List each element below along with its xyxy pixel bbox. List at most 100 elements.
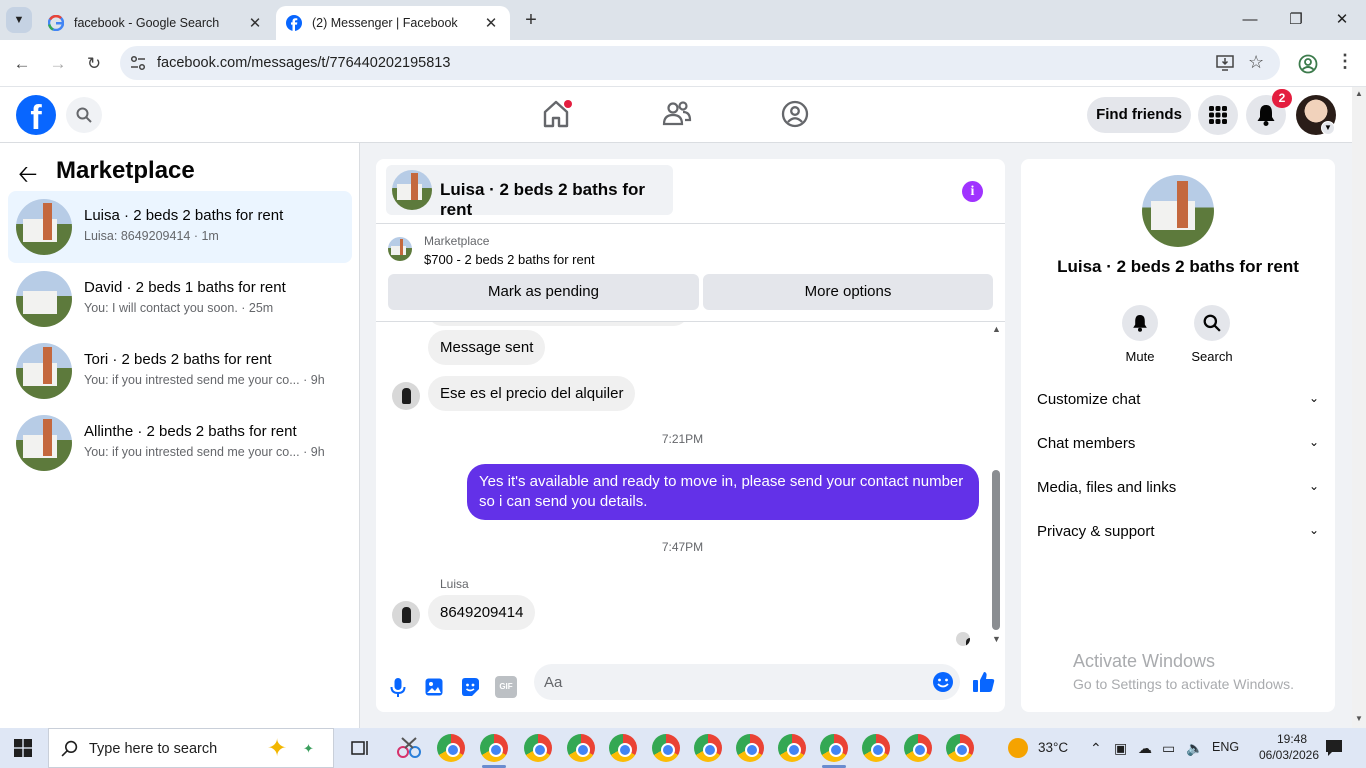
windows-taskbar: Type here to search ✦ ✦ 33°C ⌃ ▣ ☁ ▭ 🔈 E…	[0, 728, 1366, 768]
task-view-icon[interactable]	[350, 738, 370, 758]
omnibox[interactable]: facebook.com/messages/t/776440202195813 …	[120, 46, 1280, 80]
message-list: Message sent Ese es el precio del alquil…	[376, 322, 1005, 664]
install-app-icon[interactable]	[1216, 54, 1234, 72]
show-hidden-icons-chevron-icon[interactable]: ⌃	[1090, 740, 1102, 757]
chevron-down-icon: ⌄	[1308, 391, 1319, 405]
conversation-item[interactable]: Tori · 2 beds 2 baths for rent You: if y…	[8, 335, 352, 407]
menu-button[interactable]	[1198, 95, 1238, 135]
mark-as-pending-button[interactable]: Mark as pending	[388, 274, 699, 310]
minimize-icon[interactable]: —	[1238, 8, 1262, 32]
more-options-button[interactable]: More options	[703, 274, 993, 310]
info-icon[interactable]: i	[962, 181, 983, 202]
emoji-icon[interactable]	[932, 671, 954, 693]
mute-button[interactable]: Mute	[1110, 305, 1170, 364]
clock-date[interactable]: 06/03/2026	[1256, 748, 1322, 762]
account-chevron-icon[interactable]: ▼	[1321, 121, 1335, 135]
chat-members-row[interactable]: Chat members ⌄	[1029, 424, 1327, 464]
profile-icon[interactable]	[1298, 54, 1318, 74]
windows-start-icon[interactable]	[14, 739, 32, 757]
bookmark-star-icon[interactable]: ☆	[1248, 52, 1264, 73]
temperature[interactable]: 33°C	[1038, 740, 1068, 755]
like-thumbs-up-icon[interactable]	[972, 670, 996, 694]
conversation-item[interactable]: Luisa · 2 beds 2 baths for rent Luisa: 8…	[8, 191, 352, 263]
bell-icon	[1257, 105, 1275, 126]
chrome-taskbar-icon[interactable]	[694, 734, 722, 762]
network-icon[interactable]: ☁	[1138, 740, 1152, 757]
privacy-support-row[interactable]: Privacy & support ⌄	[1029, 512, 1327, 552]
sender-avatar[interactable]	[392, 601, 420, 629]
conversation-preview: You: if you intrested send me your co...…	[84, 445, 325, 459]
search-button[interactable]	[66, 97, 102, 133]
message-composer: GIF	[376, 664, 1005, 712]
taskbar-search-box[interactable]: Type here to search ✦ ✦	[48, 728, 334, 768]
page-scrollbar[interactable]: ▲ ▼	[1352, 87, 1366, 728]
clock-time[interactable]: 19:48	[1262, 732, 1322, 746]
window-close-icon[interactable]: ✕	[1330, 8, 1354, 32]
volume-icon[interactable]: 🔈	[1186, 740, 1203, 757]
conversation-preview: You: if you intrested send me your co...…	[84, 373, 325, 387]
site-settings-icon[interactable]	[130, 55, 146, 71]
close-icon[interactable]: ✕	[482, 14, 500, 32]
sticker-icon[interactable]	[459, 676, 481, 698]
restore-icon[interactable]: ❐	[1284, 8, 1308, 32]
conversation-name: Allinthe · 2 beds 2 baths for rent	[84, 423, 297, 440]
chrome-taskbar-icon[interactable]	[862, 734, 890, 762]
input-language[interactable]: ENG	[1212, 740, 1239, 754]
sender-avatar[interactable]	[392, 382, 420, 410]
facebook-header: f Find friends 2 ▼	[0, 87, 1352, 143]
scroll-up-arrow[interactable]: ▲	[992, 324, 1001, 334]
reload-icon[interactable]: ↻	[82, 52, 106, 76]
microphone-icon[interactable]	[387, 676, 409, 698]
weather-sun-icon[interactable]	[1008, 738, 1028, 758]
find-friends-button[interactable]: Find friends	[1087, 97, 1191, 133]
chrome-taskbar-icon[interactable]	[820, 734, 848, 762]
chat-header-button[interactable]: Luisa · 2 beds 2 baths for rent	[386, 165, 673, 219]
browser-toolbar: ← → ↻ facebook.com/messages/t/7764402021…	[0, 40, 1366, 87]
conversation-item[interactable]: David · 2 beds 1 baths for rent You: I w…	[8, 263, 352, 335]
chrome-taskbar-icon[interactable]	[736, 734, 764, 762]
chrome-taskbar-icon[interactable]	[904, 734, 932, 762]
message-input[interactable]	[534, 664, 960, 700]
forward-arrow-icon[interactable]: →	[46, 52, 70, 76]
tab-google-search[interactable]: facebook - Google Search ✕	[38, 6, 274, 40]
chrome-taskbar-icon[interactable]	[437, 734, 465, 762]
timestamp: 7:21PM	[661, 432, 704, 446]
gif-icon[interactable]: GIF	[495, 676, 517, 698]
conversation-item[interactable]: Allinthe · 2 beds 2 baths for rent You: …	[8, 407, 352, 479]
listing-title[interactable]: $700 - 2 beds 2 baths for rent	[424, 252, 595, 267]
search-icon	[76, 107, 92, 123]
browser-menu-icon[interactable]: ⋮	[1336, 51, 1354, 72]
scroll-thumb[interactable]	[992, 470, 1000, 630]
tab-search-dropdown-button[interactable]: ▼	[6, 7, 32, 33]
listing-thumbnail	[392, 170, 432, 210]
chrome-taskbar-icon[interactable]	[652, 734, 680, 762]
customize-chat-row[interactable]: Customize chat ⌄	[1029, 380, 1327, 420]
back-arrow-icon[interactable]: ←	[10, 52, 34, 76]
search-in-conversation-button[interactable]: Search	[1182, 305, 1242, 364]
display-icon[interactable]: ▭	[1162, 740, 1175, 757]
friends-icon[interactable]	[662, 99, 692, 129]
meet-now-icon[interactable]: ▣	[1114, 740, 1127, 757]
media-files-links-row[interactable]: Media, files and links ⌄	[1029, 468, 1327, 508]
search-highlight-icon: ✦	[267, 735, 288, 762]
tab-messenger[interactable]: (2) Messenger | Facebook ✕	[276, 6, 510, 40]
close-icon[interactable]: ✕	[246, 14, 264, 32]
chrome-taskbar-icon[interactable]	[524, 734, 552, 762]
chrome-taskbar-icon[interactable]	[609, 734, 637, 762]
photo-icon[interactable]	[423, 676, 445, 698]
chrome-taskbar-icon[interactable]	[946, 734, 974, 762]
chrome-taskbar-icon[interactable]	[480, 734, 508, 762]
snipping-tool-icon[interactable]	[396, 736, 422, 760]
chat-scrollbar[interactable]: ▲ ▼	[990, 322, 1002, 652]
scroll-down-arrow[interactable]: ▼	[1355, 714, 1363, 723]
new-tab-button[interactable]: +	[520, 9, 542, 31]
notification-center-icon[interactable]	[1324, 738, 1344, 758]
mute-label: Mute	[1125, 349, 1155, 364]
chrome-taskbar-icon[interactable]	[778, 734, 806, 762]
scroll-down-arrow[interactable]: ▼	[992, 634, 1001, 644]
chrome-taskbar-icon[interactable]	[567, 734, 595, 762]
facebook-logo[interactable]: f	[16, 95, 56, 135]
read-receipt-avatar	[956, 632, 970, 646]
groups-icon[interactable]	[780, 99, 810, 129]
scroll-up-arrow[interactable]: ▲	[1355, 89, 1363, 98]
